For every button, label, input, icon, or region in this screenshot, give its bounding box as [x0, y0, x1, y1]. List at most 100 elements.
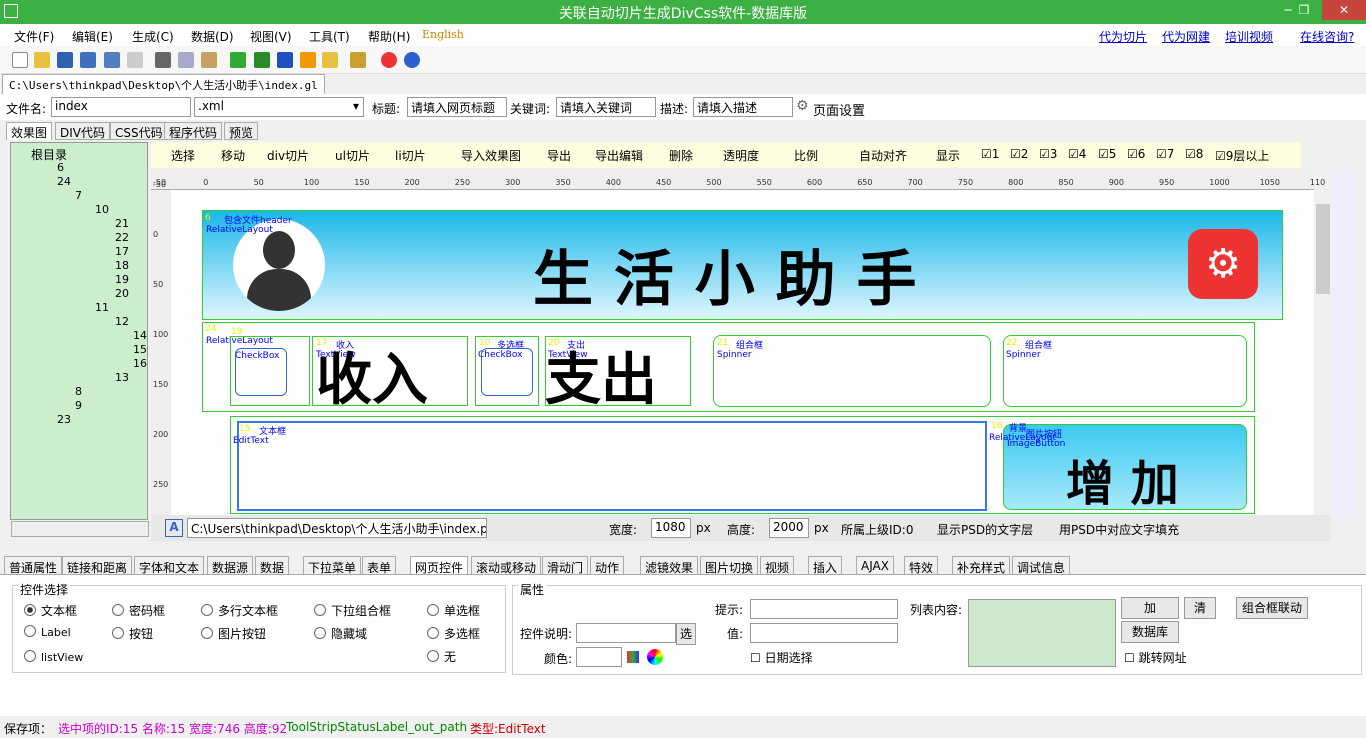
width-input[interactable]: 1080 — [651, 518, 691, 538]
run-icon[interactable] — [254, 52, 270, 68]
radio-listview[interactable]: listView — [24, 650, 83, 664]
tree-node[interactable]: 23 — [57, 413, 71, 426]
color-input[interactable] — [576, 647, 622, 667]
menu-generate[interactable]: 生成(C) — [132, 28, 174, 45]
layer-check-4[interactable]: ☑4 — [1068, 147, 1086, 161]
folder-icon[interactable] — [322, 52, 338, 68]
menu-help[interactable]: 帮助(H) — [368, 28, 410, 45]
radio-label[interactable]: Label — [24, 625, 71, 639]
maximize-button[interactable]: ❐ — [1290, 0, 1318, 20]
checkbox-image[interactable] — [235, 348, 287, 396]
tab-image-switch[interactable]: 图片切换 — [700, 556, 759, 576]
path-input[interactable]: C:\Users\thinkpad\Desktop\个人生活小助手\index.… — [187, 518, 487, 538]
delete-button[interactable]: 删除 — [669, 147, 693, 164]
tree-node[interactable]: 17 — [115, 245, 129, 258]
play-icon[interactable] — [277, 52, 293, 68]
layer-check-6[interactable]: ☑6 — [1127, 147, 1145, 161]
tab-data[interactable]: 数据 — [255, 556, 290, 576]
new-file-icon[interactable] — [12, 52, 28, 68]
tree-node[interactable]: 21 — [115, 217, 129, 230]
tab-web-controls[interactable]: 网页控件 — [410, 556, 469, 576]
font-icon[interactable]: A — [165, 519, 183, 537]
save-icon[interactable] — [57, 52, 73, 68]
radio-image-button[interactable]: 图片按钮 — [201, 625, 266, 642]
ul-slice-tool[interactable]: ul切片 — [335, 147, 370, 164]
paste-icon[interactable] — [201, 52, 217, 68]
extension-select[interactable]: .xml ▾ — [194, 97, 364, 117]
color-wheel-icon[interactable] — [647, 649, 663, 665]
layer-check-2[interactable]: ☑2 — [1010, 147, 1028, 161]
tree-node[interactable]: 14 — [133, 329, 147, 342]
import-image-button[interactable]: 导入效果图 — [461, 147, 521, 164]
canvas-vscroll[interactable] — [1314, 190, 1332, 515]
tree-node[interactable]: 13 — [115, 371, 129, 384]
link-consult[interactable]: 在线咨询? — [1300, 28, 1354, 45]
tab-action[interactable]: 动作 — [590, 556, 625, 576]
tree-node[interactable]: 20 — [115, 287, 129, 300]
keywords-input[interactable]: 请填入关键词 — [556, 97, 656, 117]
settings-gear-icon[interactable]: ⚙ — [1188, 229, 1258, 299]
database-button[interactable]: 数据库 — [1121, 621, 1179, 643]
tab-video[interactable]: 视频 — [760, 556, 795, 576]
link-training[interactable]: 培训视频 — [1225, 28, 1273, 45]
tab-debug[interactable]: 调试信息 — [1012, 556, 1071, 576]
tab-ajax[interactable]: AJAX — [856, 556, 894, 576]
auto-align-button[interactable]: 自动对齐 — [859, 147, 907, 164]
radio-hidden[interactable]: 隐藏域 — [314, 625, 367, 642]
tree-node[interactable]: 10 — [95, 203, 109, 216]
tab-insert[interactable]: 插入 — [808, 556, 843, 576]
print-preview-icon[interactable] — [127, 52, 143, 68]
menu-data[interactable]: 数据(D) — [191, 28, 234, 45]
tree-node[interactable]: 18 — [115, 259, 129, 272]
link-website[interactable]: 代为网建 — [1162, 28, 1210, 45]
checkbox-image[interactable] — [481, 348, 533, 396]
radio-none[interactable]: 无 — [427, 648, 456, 665]
language-dropdown[interactable]: English — [422, 28, 464, 41]
radio-button[interactable]: 按钮 — [112, 625, 153, 642]
edittext-box[interactable] — [237, 421, 987, 511]
header-banner[interactable]: 生 活 小 助 手 ⚙ — [202, 210, 1283, 320]
tab-dropdown[interactable]: 下拉菜单 — [303, 556, 362, 576]
display-dropdown[interactable]: 显示 — [936, 147, 960, 164]
tab-extra-style[interactable]: 补充样式 — [952, 556, 1011, 576]
tab-datasource[interactable]: 数据源 — [207, 556, 254, 576]
menu-tools[interactable]: 工具(T) — [309, 28, 350, 45]
div-slice-tool[interactable]: div切片 — [267, 147, 309, 164]
radio-textarea[interactable]: 多行文本框 — [201, 602, 278, 619]
tree-node[interactable]: 6 — [57, 161, 64, 174]
li-slice-tool[interactable]: li切片 — [395, 147, 426, 164]
tab-effects[interactable]: 特效 — [904, 556, 939, 576]
list-content-box[interactable] — [968, 599, 1116, 667]
tab-font[interactable]: 字体和文本 — [134, 556, 205, 576]
tab-link[interactable]: 链接和距离 — [62, 556, 133, 576]
cut-icon[interactable] — [155, 52, 171, 68]
palette-icon[interactable] — [627, 651, 639, 663]
tab-normal[interactable]: 普通属性 — [4, 556, 63, 576]
lifebuoy-icon[interactable] — [381, 52, 397, 68]
open-folder-icon[interactable] — [34, 52, 50, 68]
tree-hscroll[interactable] — [11, 521, 149, 537]
page-settings-button[interactable]: 页面设置 — [813, 100, 865, 119]
tab-slide-door[interactable]: 滑动门 — [542, 556, 589, 576]
date-select-checkbox[interactable]: ☐ 日期选择 — [750, 649, 813, 666]
save-all-icon[interactable] — [104, 52, 120, 68]
tree-node[interactable]: 22 — [115, 231, 129, 244]
tree-node[interactable]: 12 — [115, 315, 129, 328]
list-clear-button[interactable]: 清 — [1184, 597, 1216, 619]
radio-password[interactable]: 密码框 — [112, 602, 165, 619]
tree-node[interactable]: 24 — [57, 175, 71, 188]
scroll-thumb[interactable] — [1316, 204, 1330, 294]
layer-check-7[interactable]: ☑7 — [1156, 147, 1174, 161]
layer-check-3[interactable]: ☑3 — [1039, 147, 1057, 161]
export-edit-button[interactable]: 导出编辑 — [595, 147, 643, 164]
save-as-icon[interactable] — [80, 52, 96, 68]
tree-node[interactable]: 15 — [133, 343, 147, 356]
combo-link-button[interactable]: 组合框联动 — [1236, 597, 1308, 619]
select-tool[interactable]: 选择 — [171, 147, 195, 164]
pick-button[interactable]: 选 — [676, 623, 696, 645]
radio-combobox[interactable]: 下拉组合框 — [314, 602, 391, 619]
title-input[interactable]: 请填入网页标题 — [407, 97, 507, 117]
file-tab[interactable]: C:\Users\thinkpad\Desktop\个人生活小助手\index.… — [2, 74, 325, 94]
tree-node[interactable]: 16 — [133, 357, 147, 370]
tree-node[interactable]: 8 — [75, 385, 82, 398]
